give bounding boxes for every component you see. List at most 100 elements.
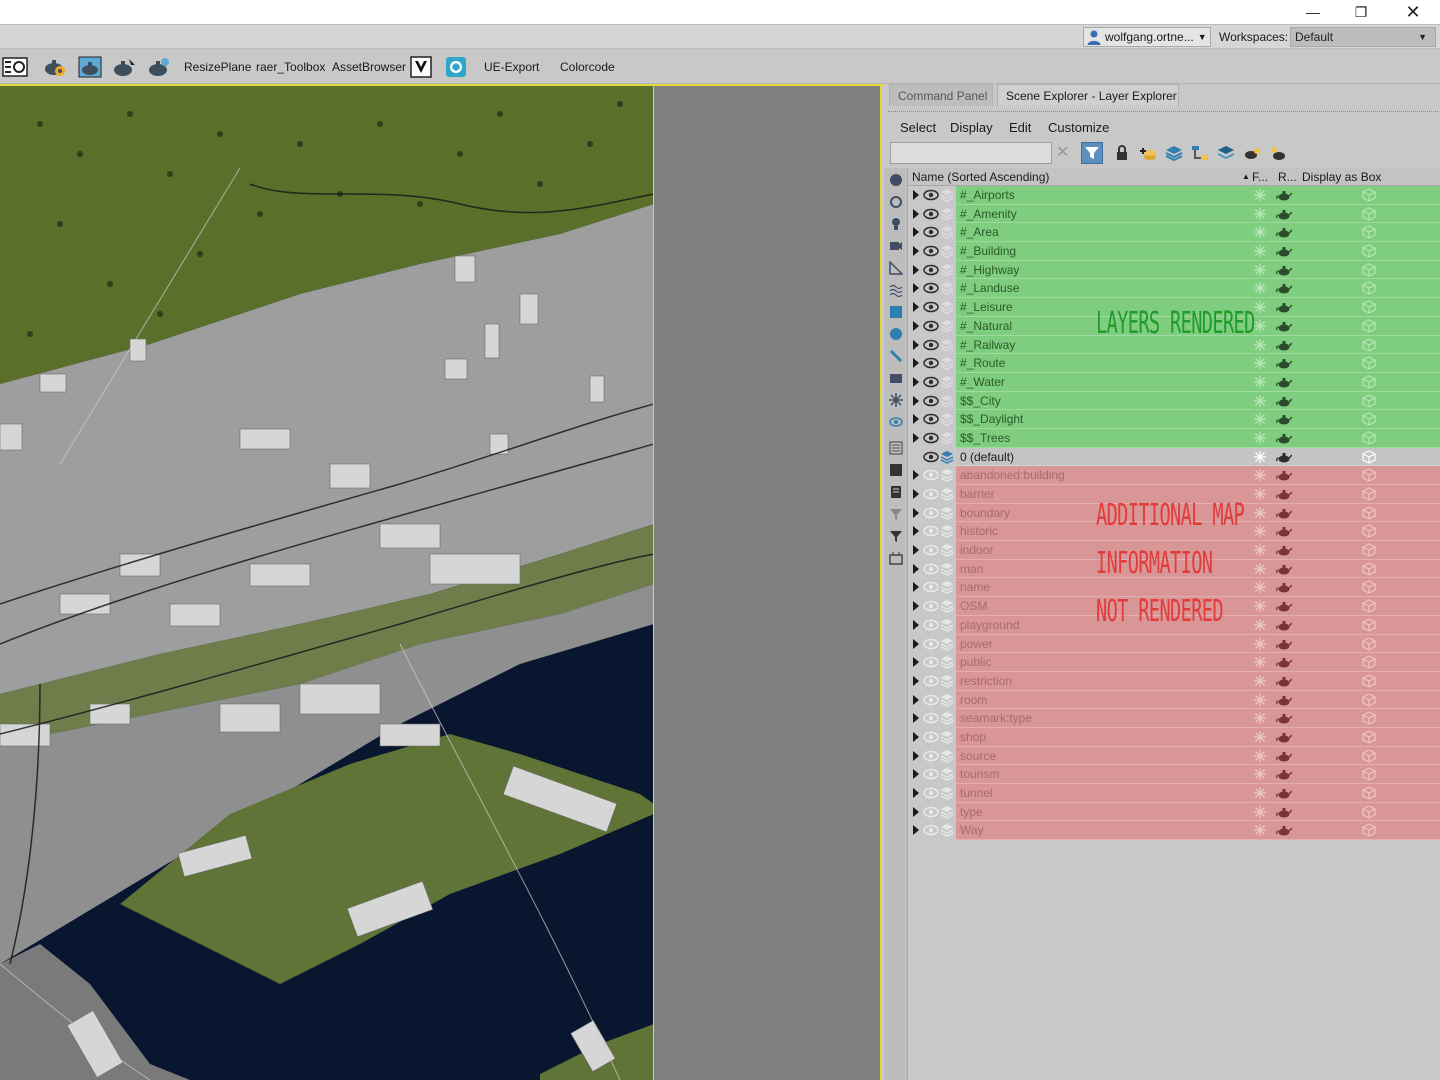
expand-arrow-icon[interactable] — [913, 731, 919, 742]
expand-arrow-icon[interactable] — [913, 246, 919, 257]
freeze-snowflake-icon[interactable] — [1254, 824, 1266, 837]
visibility-eye-icon[interactable] — [923, 712, 939, 724]
freeze-snowflake-icon[interactable] — [1254, 319, 1266, 332]
visibility-eye-icon[interactable] — [923, 731, 939, 743]
layer-name[interactable]: #_Building — [960, 244, 1016, 258]
display-as-box-icon[interactable] — [1362, 300, 1376, 314]
layer-name[interactable]: playground — [960, 618, 1019, 632]
display-as-box-icon[interactable] — [1362, 805, 1376, 819]
camera-filter-icon[interactable] — [888, 238, 904, 254]
expand-arrow-icon[interactable] — [913, 788, 919, 798]
visibility-eye-icon[interactable] — [923, 245, 939, 257]
shape-filter-icon[interactable] — [888, 194, 904, 210]
layers-stack-icon[interactable] — [1163, 142, 1185, 164]
layer-row[interactable]: #_Route — [908, 354, 1440, 373]
visibility-eye-icon[interactable] — [923, 488, 939, 500]
display-as-box-icon[interactable] — [1362, 692, 1376, 707]
freeze-snowflake-icon[interactable] — [1254, 282, 1266, 295]
visibility-eye-icon[interactable] — [923, 376, 939, 388]
filter-settings-icon[interactable] — [888, 506, 904, 522]
renderable-teapot-icon[interactable] — [1276, 638, 1292, 650]
renderable-teapot-icon[interactable] — [1276, 488, 1292, 500]
freeze-snowflake-icon[interactable] — [1254, 189, 1266, 201]
layer-name[interactable]: boundary — [960, 506, 1010, 520]
layer-row[interactable]: $$_Trees — [908, 428, 1440, 448]
display-as-box-icon[interactable] — [1362, 674, 1376, 688]
renderable-teapot-icon[interactable] — [1276, 525, 1292, 537]
renderable-teapot-icon[interactable] — [1276, 544, 1292, 556]
visibility-eye-icon[interactable] — [923, 563, 939, 575]
layer-name[interactable]: #_Railway — [960, 338, 1015, 352]
display-as-box-icon[interactable] — [1362, 543, 1376, 557]
expand-arrow-icon[interactable] — [913, 657, 919, 668]
layer-row[interactable]: power — [908, 634, 1440, 654]
layer-name[interactable]: barrier — [960, 487, 995, 501]
column-render[interactable]: R... — [1278, 170, 1297, 184]
visibility-eye-icon[interactable] — [923, 339, 939, 351]
freeze-snowflake-icon[interactable] — [1254, 656, 1266, 669]
visibility-eye-icon[interactable] — [923, 619, 939, 631]
visibility-eye-icon[interactable] — [923, 189, 939, 201]
renderable-teapot-icon[interactable] — [1276, 675, 1292, 687]
layer-name[interactable]: $$_Trees — [960, 431, 1010, 445]
renderable-teapot-icon[interactable] — [1276, 301, 1292, 313]
layer-name[interactable]: #_Airports — [960, 188, 1015, 202]
visibility-eye-icon[interactable] — [923, 675, 939, 687]
display-as-box-icon[interactable] — [1362, 562, 1376, 576]
filter-toggle-icon[interactable] — [1081, 142, 1103, 164]
menu-select[interactable]: Select — [900, 120, 936, 135]
freeze-snowflake-icon[interactable] — [1254, 562, 1266, 575]
frozen-filter-icon[interactable] — [888, 392, 904, 408]
layer-row[interactable]: type — [908, 802, 1440, 822]
expand-arrow-icon[interactable] — [913, 563, 919, 574]
expand-arrow-icon[interactable] — [913, 769, 919, 780]
expand-arrow-icon[interactable] — [913, 190, 919, 200]
display-as-box-icon[interactable] — [1362, 356, 1376, 370]
freeze-snowflake-icon[interactable] — [1254, 544, 1266, 557]
layer-name[interactable]: OSM — [960, 599, 987, 613]
colorcode-button[interactable]: Colorcode — [560, 60, 615, 74]
light-filter-icon[interactable] — [888, 216, 904, 232]
display-as-box-icon[interactable] — [1362, 431, 1376, 445]
render-production-icon[interactable] — [111, 54, 137, 80]
teapot-layer-icon[interactable] — [1241, 142, 1263, 164]
renderable-teapot-icon[interactable] — [1276, 581, 1292, 593]
layer-name[interactable]: source — [960, 749, 996, 763]
expand-arrow-icon[interactable] — [913, 414, 919, 425]
helper-filter-icon[interactable] — [888, 260, 904, 276]
visibility-eye-icon[interactable] — [923, 768, 939, 780]
render-frame-icon[interactable] — [77, 54, 103, 80]
expand-arrow-icon[interactable] — [913, 806, 919, 817]
layer-name[interactable]: restriction — [960, 674, 1012, 688]
tab-scene-explorer[interactable]: Scene Explorer - Layer Explorer — [997, 84, 1179, 106]
resizeplane-button[interactable]: ResizePlane — [184, 60, 251, 74]
column-display-as-box[interactable]: Display as Box — [1302, 170, 1381, 184]
layer-name[interactable]: type — [960, 805, 983, 819]
freeze-snowflake-icon[interactable] — [1254, 805, 1266, 818]
visibility-eye-icon[interactable] — [923, 320, 939, 332]
expand-arrow-icon[interactable] — [913, 507, 919, 518]
freeze-snowflake-icon[interactable] — [1254, 394, 1266, 407]
freeze-snowflake-icon[interactable] — [1254, 600, 1266, 613]
layer-row[interactable]: #_Area — [908, 223, 1440, 243]
freeze-snowflake-icon[interactable] — [1254, 693, 1266, 706]
workspace-select[interactable]: Default ▼ — [1290, 27, 1436, 47]
display-as-box-icon[interactable] — [1362, 748, 1376, 763]
freeze-snowflake-icon[interactable] — [1254, 301, 1266, 314]
layer-name[interactable]: #_Leisure — [960, 300, 1013, 314]
freeze-snowflake-icon[interactable] — [1254, 450, 1266, 463]
expand-arrow-icon[interactable] — [913, 358, 919, 369]
sun-teapot-icon[interactable] — [1267, 142, 1289, 164]
visibility-eye-icon[interactable] — [923, 432, 939, 444]
visibility-eye-icon[interactable] — [923, 301, 939, 313]
expand-arrow-icon[interactable] — [913, 545, 919, 556]
column-freeze[interactable]: F... — [1252, 170, 1268, 184]
freeze-snowflake-icon[interactable] — [1254, 712, 1266, 725]
expand-arrow-icon[interactable] — [913, 395, 919, 406]
clear-search-icon[interactable]: ✕ — [1056, 142, 1069, 162]
expand-arrow-icon[interactable] — [913, 526, 919, 537]
layer-name[interactable]: #_Highway — [960, 263, 1019, 277]
renderable-teapot-icon[interactable] — [1276, 694, 1292, 706]
menu-edit[interactable]: Edit — [1009, 120, 1031, 135]
layer-name[interactable]: #_Area — [960, 225, 999, 239]
